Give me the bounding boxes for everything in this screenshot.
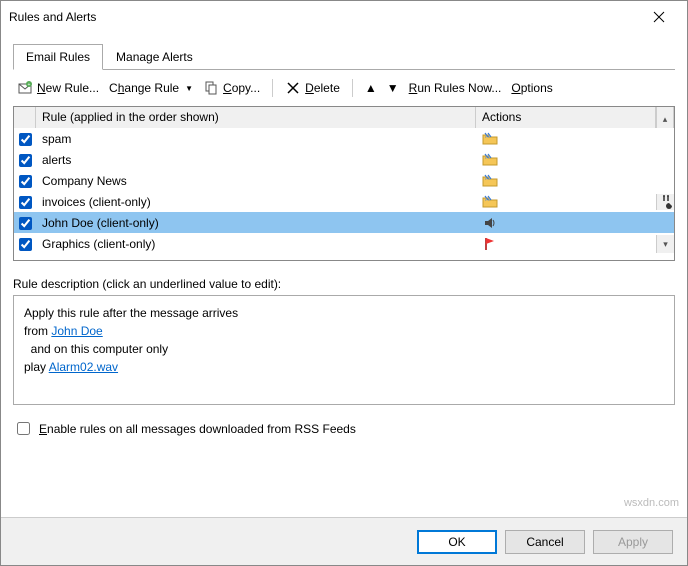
new-rule-label: New Rule... [37,81,99,95]
arrow-down-icon: ▼ [387,81,399,95]
arrow-up-icon: ▲ [365,81,377,95]
row-actions-cell [476,151,656,169]
row-checkbox-cell [14,130,36,149]
rss-checkbox[interactable] [17,422,30,435]
row-actions-cell [476,172,656,190]
copy-button[interactable]: Copy... [201,78,262,98]
close-button[interactable] [639,3,679,31]
row-checkbox[interactable] [19,133,32,146]
run-rules-now-button[interactable]: Run Rules Now... [407,79,504,97]
delete-button[interactable]: Delete [283,78,342,98]
rules-and-alerts-dialog: Rules and Alerts Email Rules Manage Aler… [0,0,688,566]
move-to-folder-icon [482,152,498,168]
col-actions-header[interactable]: Actions [476,107,656,128]
toolbar-separator [272,79,273,97]
desc-line-1: Apply this rule after the message arrive… [24,304,664,322]
move-to-folder-icon [482,131,498,147]
row-actions-cell [476,214,656,232]
row-extra-cell [656,194,674,210]
dialog-footer: OK Cancel Apply [1,517,687,565]
rss-checkbox-label: Enable rules on all messages downloaded … [39,422,356,436]
row-checkbox-cell [14,235,36,254]
desc-play-link[interactable]: Alarm02.wav [49,360,118,374]
grid-body: spam alerts Company News invoices (client-o… [14,128,674,260]
row-checkbox-cell [14,151,36,170]
move-up-button[interactable]: ▲ [363,79,379,97]
titlebar: Rules and Alerts [1,1,687,33]
move-to-folder-icon [482,173,498,189]
options-label: Options [511,81,552,95]
rules-grid: Rule (applied in the order shown) Action… [13,106,675,261]
play-sound-icon [482,215,498,231]
delete-label: Delete [305,81,340,95]
table-row[interactable]: invoices (client-only) [14,191,674,212]
row-actions-cell [476,130,656,148]
row-checkbox[interactable] [19,217,32,230]
scrollbar-up[interactable]: ▴ [656,107,674,128]
dialog-content: Email Rules Manage Alerts + New Rule... … [1,33,687,517]
change-rule-button[interactable]: Change Rule ▼ [107,79,195,97]
table-row[interactable]: Company News [14,170,674,191]
toolbar: + New Rule... Change Rule ▼ Copy... Dele [13,70,675,106]
svg-text:+: + [28,82,31,88]
tab-email-rules[interactable]: Email Rules [13,44,103,70]
row-rule-label: spam [36,131,476,147]
change-rule-label: Change Rule [109,81,179,95]
row-actions-cell [476,235,656,253]
desc-from-link[interactable]: John Doe [51,324,102,338]
row-checkbox[interactable] [19,175,32,188]
copy-label: Copy... [223,81,260,95]
row-extra-cell: ▾ [656,235,674,253]
row-checkbox[interactable] [19,196,32,209]
ok-button[interactable]: OK [417,530,497,554]
col-rule-header[interactable]: Rule (applied in the order shown) [36,107,476,128]
desc-line-2: from John Doe [24,322,664,340]
row-checkbox[interactable] [19,238,32,251]
apply-button[interactable]: Apply [593,530,673,554]
table-row[interactable]: alerts [14,149,674,170]
table-row[interactable]: spam [14,128,674,149]
row-checkbox-cell [14,172,36,191]
desc-line-4: play Alarm02.wav [24,358,664,376]
table-row[interactable]: Graphics (client-only) ▾ [14,233,674,254]
rss-checkbox-row: Enable rules on all messages downloaded … [13,419,675,438]
tab-manage-alerts[interactable]: Manage Alerts [103,44,206,70]
cancel-button[interactable]: Cancel [505,530,585,554]
col-checkbox[interactable] [14,107,36,128]
delete-icon [285,80,301,96]
options-button[interactable]: Options [509,79,554,97]
scrollbar-down[interactable]: ▾ [663,235,668,253]
new-rule-button[interactable]: + New Rule... [15,78,101,98]
move-to-folder-icon [482,194,498,210]
desc-line-3: and on this computer only [24,340,664,358]
description-label: Rule description (click an underlined va… [13,277,675,291]
flag-icon [482,236,498,252]
row-rule-label: alerts [36,152,476,168]
client-only-icon [658,194,674,210]
row-rule-label: John Doe (client-only) [36,215,476,231]
copy-icon [203,80,219,96]
row-checkbox[interactable] [19,154,32,167]
row-checkbox-cell [14,214,36,233]
move-down-button[interactable]: ▼ [385,79,401,97]
description-box: Apply this rule after the message arrive… [13,295,675,405]
row-checkbox-cell [14,193,36,212]
close-icon [653,11,665,23]
row-rule-label: invoices (client-only) [36,194,476,210]
row-rule-label: Graphics (client-only) [36,236,476,252]
dropdown-icon: ▼ [185,84,193,93]
tab-strip: Email Rules Manage Alerts [13,43,675,70]
grid-header: Rule (applied in the order shown) Action… [14,107,674,128]
run-rules-now-label: Run Rules Now... [409,81,502,95]
row-actions-cell [476,193,656,211]
table-row[interactable]: John Doe (client-only) [14,212,674,233]
toolbar-separator [352,79,353,97]
row-rule-label: Company News [36,173,476,189]
dialog-title: Rules and Alerts [9,10,639,24]
new-rule-icon: + [17,80,33,96]
